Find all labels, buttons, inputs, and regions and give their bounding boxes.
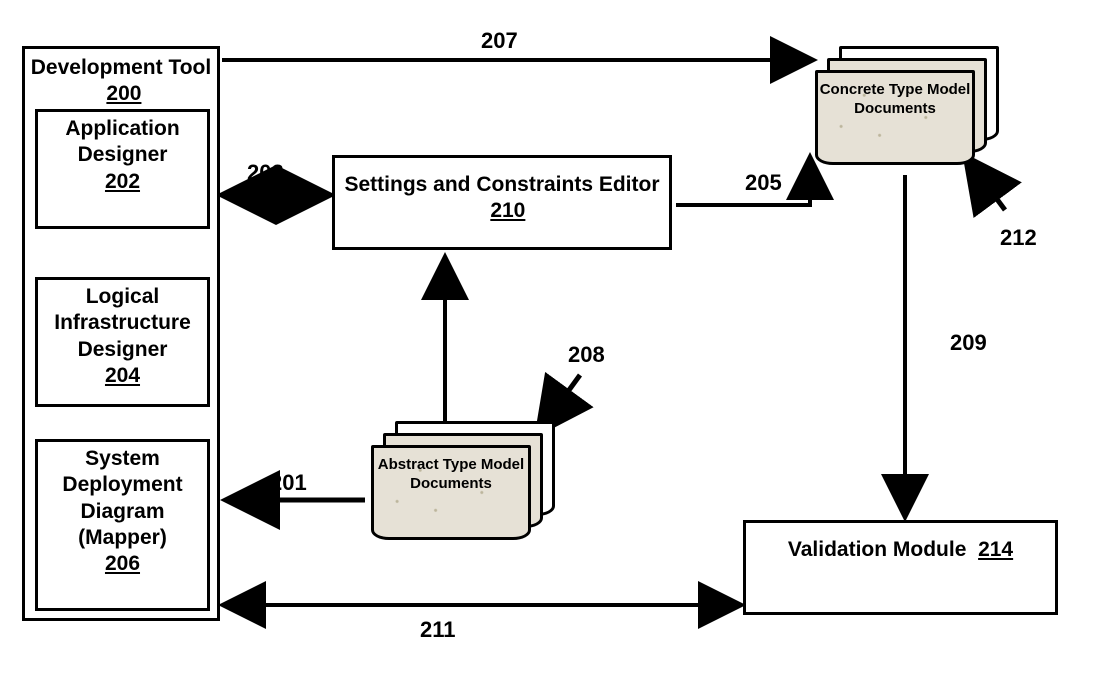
- validation-module-ref: 214: [978, 538, 1013, 561]
- concrete-doc-front: Concrete Type Model Documents: [815, 70, 975, 165]
- settings-editor-ref: 210: [490, 199, 525, 222]
- arrow-label-205: 205: [745, 170, 782, 196]
- validation-module-text: Validation Module: [788, 538, 967, 561]
- arrow-label-203: 203: [247, 160, 284, 186]
- diagram-stage: Development Tool 200 Application Designe…: [0, 0, 1118, 673]
- application-designer-title: Application Designer 202: [40, 116, 205, 195]
- validation-module-title: Validation Module 214: [746, 537, 1055, 563]
- application-designer-box: Application Designer 202: [35, 109, 210, 229]
- system-deployment-text: System Deployment Diagram (Mapper): [62, 447, 182, 549]
- logical-infra-designer-box: Logical Infrastructure Designer 204: [35, 277, 210, 407]
- logical-infra-designer-title: Logical Infrastructure Designer 204: [40, 284, 205, 389]
- development-tool-title-text: Development Tool: [31, 56, 211, 79]
- system-deployment-title: System Deployment Diagram (Mapper) 206: [40, 446, 205, 577]
- development-tool-box: Development Tool 200 Application Designe…: [22, 46, 220, 621]
- abstract-doc-front: Abstract Type Model Documents: [371, 445, 531, 540]
- arrow-label-201: 201: [270, 470, 307, 496]
- arrow-label-209: 209: [950, 330, 987, 356]
- application-designer-ref: 202: [105, 170, 140, 193]
- development-tool-title: Development Tool 200: [25, 55, 217, 108]
- abstract-docs-text: Abstract Type Model Documents: [374, 456, 528, 494]
- settings-editor-text: Settings and Constraints Editor: [344, 173, 659, 196]
- application-designer-text: Application Designer: [65, 117, 179, 166]
- settings-editor-box: Settings and Constraints Editor 210: [332, 155, 672, 250]
- concrete-docs-text: Concrete Type Model Documents: [818, 81, 972, 119]
- system-deployment-ref: 206: [105, 552, 140, 575]
- arrow-label-211: 211: [420, 617, 456, 643]
- logical-infra-designer-ref: 204: [105, 364, 140, 387]
- logical-infra-designer-text: Logical Infrastructure Designer: [54, 285, 191, 361]
- development-tool-ref: 200: [106, 82, 141, 105]
- system-deployment-box: System Deployment Diagram (Mapper) 206: [35, 439, 210, 611]
- arrow-label-212: 212: [1000, 225, 1037, 251]
- arrow-label-208: 208: [568, 342, 605, 368]
- validation-module-box: Validation Module 214: [743, 520, 1058, 615]
- settings-editor-title: Settings and Constraints Editor 210: [335, 172, 669, 225]
- arrow-label-207: 207: [481, 28, 518, 54]
